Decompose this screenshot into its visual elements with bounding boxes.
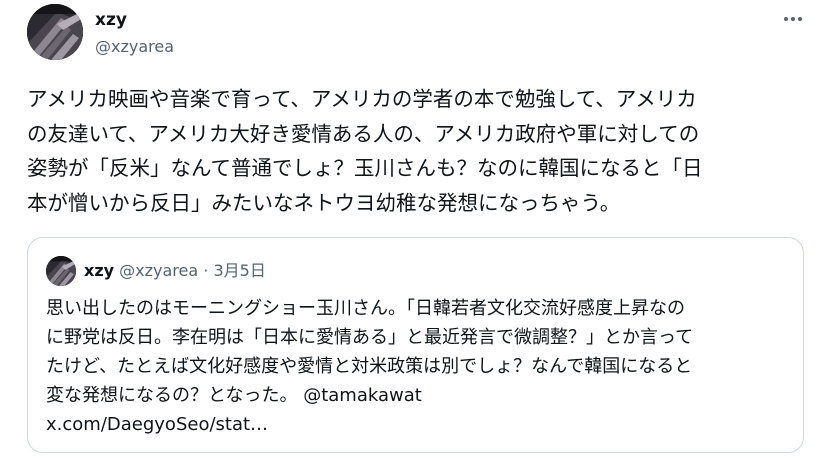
more-button[interactable] [778, 8, 808, 30]
quoted-header: xzy @xzyarea · 3月5日 [84, 260, 266, 282]
quoted-text-line: 思い出したのはモーニングショー玉川さん。「日韓若者文化交流好感度上昇なの [46, 298, 685, 319]
quoted-author-handle[interactable]: @xzyarea [119, 261, 198, 280]
more-horizontal-icon [784, 17, 788, 21]
tweet-text-line: の友達いて、アメリカ大好き愛情ある人の、アメリカ政府や軍に対しての [27, 121, 700, 146]
quoted-author-name[interactable]: xzy [84, 261, 114, 280]
quoted-text-line-4: 変な発想になるの？となった。 [46, 385, 298, 406]
quoted-text-line: に野党は反日。李在明は「日本に愛情ある」と最近発言で微調整？」とか言って [46, 327, 694, 348]
quoted-avatar[interactable] [46, 256, 76, 286]
tweet-text-line: 本が憎いから反日」みたいなネトウヨ幼稚な発想になっちゃう。 [27, 190, 621, 215]
quoted-url-link[interactable]: x.com/DaegyoSeo/stat… [46, 410, 796, 439]
tweet-text-line: 姿勢が「反米」なんて普通でしょ？玉川さんも？なのに韓国になると「日 [27, 156, 703, 180]
quoted-text-line: 変な発想になるの？となった。 @tamakawat [46, 381, 796, 410]
author-handle[interactable]: @xzyarea [95, 36, 174, 58]
author-name[interactable]: xzy [95, 9, 127, 31]
more-dot [798, 17, 802, 21]
quoted-date[interactable]: 3月5日 [213, 261, 265, 280]
tweet-text-line: アメリカ映画や音楽で育って、アメリカの学者の本で勉強して、アメリカ [27, 87, 697, 111]
quoted-tweet-card[interactable]: xzy @xzyarea · 3月5日 思い出したのはモーニングショー玉川さん。… [27, 237, 804, 453]
avatar-image [27, 4, 83, 60]
quoted-text: 思い出したのはモーニングショー玉川さん。「日韓若者文化交流好感度上昇なの に野党… [46, 294, 796, 439]
avatar[interactable] [27, 4, 83, 60]
quoted-avatar-image [46, 256, 76, 286]
more-dot [791, 17, 795, 21]
quoted-text-line: たけど、たとえば文化好感度や愛情と対米政策は別でしょ？なんで韓国になると [46, 356, 693, 377]
tweet-text: アメリカ映画や音楽で育って、アメリカの学者の本で勉強して、アメリカ の友達いて、… [27, 82, 817, 220]
mention-link[interactable]: @tamakawat [303, 385, 422, 406]
tweet: xzy @xzyarea アメリカ映画や音楽で育って、アメリカの学者の本で勉強し… [0, 0, 826, 474]
separator-dot: · [203, 261, 209, 280]
